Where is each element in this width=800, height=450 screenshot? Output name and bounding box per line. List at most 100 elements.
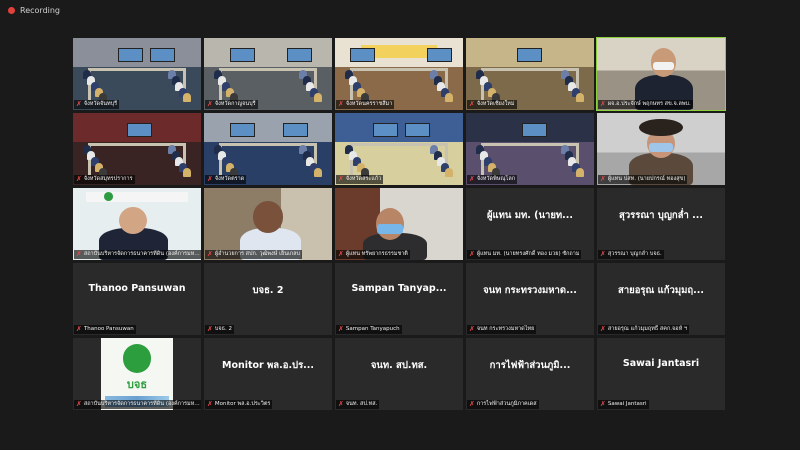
participant-video-tile[interactable]: ✗ จังหวัดสระแก้ว (335, 113, 463, 185)
muted-mic-icon: ✗ (338, 400, 344, 408)
participant-name: สุวรรณา บุญกล่ำ บจธ. (607, 251, 662, 257)
room-display-screen (350, 48, 376, 62)
muted-mic-icon: ✗ (76, 400, 82, 408)
muted-mic-icon: ✗ (338, 250, 344, 258)
muted-mic-icon: ✗ (600, 250, 606, 258)
record-dot-icon (8, 6, 15, 14)
participant-placeholder-tile[interactable]: Sampan Tanyap... ✗ Sampan Tanyapuch (335, 263, 463, 335)
participant-placeholder-tile[interactable]: Sawai Jantasri ✗ Sawai Jantasri (597, 338, 725, 410)
participant-placeholder-tile[interactable]: ผู้แทน มท. (นายท... ✗ ผู้แทน มท. (นายทรงศั… (466, 188, 594, 260)
participant-name-bar: ✗ ผู้แทน มท. (นายทรงศักดิ์ ทอง มวย) ซักถา… (467, 250, 582, 259)
muted-mic-icon: ✗ (76, 250, 82, 258)
participant-placeholder-tile[interactable]: สายอรุณ แก้วมุมฤ... ✗ สายอรุณ แก้วมุมฤทธิ์… (597, 263, 725, 335)
room-display-screen (427, 48, 453, 62)
participant-name: จังหวัดกาญจนบุรี (214, 101, 256, 107)
face-mask (653, 61, 674, 71)
participant-video-tile[interactable]: ✗ ผจ.อ.ประจักษ์ พฤกษทร สข.จ.ลพบ. (596, 37, 726, 111)
participant-video-tile[interactable]: ✗ จังหวัดเชียงใหม่ (466, 38, 594, 110)
participant-video-tile[interactable]: ✗ จังหวัดพิษณุโลก (466, 113, 594, 185)
participant-name-bar: ✗ การไฟฟ้าส่วนภูมิภาคเดส (467, 400, 539, 409)
room-attendee (576, 168, 585, 178)
muted-mic-icon: ✗ (469, 100, 475, 108)
participant-display-name: สุวรรณา บุญกล่ำ ... (619, 210, 703, 221)
participant-name-bar: ✗ สุวรรณา บุญกล่ำ บจธ. (598, 250, 664, 259)
participant-display-name: Sawai Jantasri (622, 358, 700, 369)
participant-name: ผู้แทน มท. (นายทรงศักดิ์ ทอง มวย) ซักถาม (476, 251, 580, 257)
muted-mic-icon: ✗ (600, 175, 606, 183)
muted-mic-icon: ✗ (76, 325, 82, 333)
participant-hat (639, 118, 683, 137)
participant-gallery: ✗ จังหวัดจันทบุรี ✗ จังหวัดกาญจนบุรี ✗ จังหวั… (73, 37, 726, 410)
muted-mic-icon: ✗ (207, 175, 213, 183)
header-strip (85, 191, 189, 202)
participant-name-bar: ✗ Sawai Jantasri (598, 400, 649, 409)
muted-mic-icon: ✗ (469, 400, 475, 408)
participant-name-bar: ✗ ผู้แทน ทรัพยากรธรรมชาติ (336, 250, 410, 259)
muted-mic-icon: ✗ (600, 100, 606, 108)
participant-name: Monitor พล.อ.ประวิตร (214, 401, 271, 407)
participant-video-tile[interactable]: ✗ จังหวัดนครราชสีมา (335, 38, 463, 110)
participant-name-bar: ✗ บจธ. 2 (205, 325, 234, 334)
participant-video-tile[interactable]: ✗ จังหวัดกาญจนบุรี (204, 38, 332, 110)
room-attendee (576, 93, 585, 103)
muted-mic-icon: ✗ (76, 175, 82, 183)
participant-video-tile[interactable]: ✗ ผู้แทน ทรัพยากรธรรมชาติ (335, 188, 463, 260)
participant-display-name: บจธ. 2 (252, 285, 284, 296)
room-wall (204, 113, 332, 142)
participant-placeholder-tile[interactable]: สุวรรณา บุญกล่ำ ... ✗ สุวรรณา บุญกล่ำ บจธ. (597, 188, 725, 260)
participant-display-name: ผู้แทน มท. (นายท... (486, 210, 574, 221)
participant-display-name: จนท. สป.ทส. (370, 360, 428, 371)
participant-name-bar: ✗ สายอรุณ แก้วมุมฤทธิ์ สคก.จอห้ ฯ (598, 325, 690, 334)
participant-placeholder-tile[interactable]: การไฟฟ้าส่วนภูมิ... ✗ การไฟฟ้าส่วนภูมิภาคเ… (466, 338, 594, 410)
participant-video-tile[interactable]: ✗ จังหวัดจันทบุรี (73, 38, 201, 110)
room-wall (335, 113, 463, 142)
participant-name-bar: ✗ จังหวัดสมุทรปราการ (74, 175, 135, 184)
participant-name: จังหวัดตราด (214, 176, 245, 182)
muted-mic-icon: ✗ (338, 325, 344, 333)
participant-name: ผจ.อ.ประจักษ์ พฤกษทร สข.จ.ลพบ. (607, 101, 691, 107)
participant-name: การไฟฟ้าส่วนภูมิภาคเดส (476, 401, 537, 407)
participant-placeholder-tile[interactable]: จนท กระทรวงมหาด... ✗ จนท กระทรวงมหาดไทย (466, 263, 594, 335)
participant-video-tile[interactable]: บจธ ✗ สถาบันบริหารจัดการธนาคารที่ดิน (องค์… (73, 338, 201, 410)
recording-label: Recording (20, 5, 61, 15)
room-attendee (314, 93, 323, 103)
muted-mic-icon: ✗ (600, 400, 606, 408)
participant-display-name: สายอรุณ แก้วมุมฤ... (618, 285, 704, 296)
participant-display-name: จนท กระทรวงมหาด... (483, 285, 577, 296)
room-display-screen (149, 48, 175, 62)
room-attendee (183, 93, 192, 103)
participant-name: สายอรุณ แก้วมุมฤทธิ์ สคก.จอห้ ฯ (607, 326, 688, 332)
participant-placeholder-tile[interactable]: จนท. สป.ทส. ✗ จนท. สป.ทส. (335, 338, 463, 410)
participant-video-tile[interactable]: ✗ สถาบันบริหารจัดการธนาคารที่ดิน (องค์การ… (73, 188, 201, 260)
participant-head (252, 200, 284, 233)
participant-name: จังหวัดจันทบุรี (83, 101, 118, 107)
participant-video-tile[interactable]: ✗ ผู้อำนวยการ สปก. วุฒิพงษ์ เย็นเกลบ (204, 188, 332, 260)
participant-placeholder-tile[interactable]: Thanoo Pansuwan ✗ Thanoo Pansuwan (73, 263, 201, 335)
face-mask (377, 224, 403, 235)
participant-name-bar: ✗ Monitor พล.อ.ประวิตร (205, 400, 273, 409)
room-attendee (445, 93, 454, 103)
participant-placeholder-tile[interactable]: บจธ. 2 ✗ บจธ. 2 (204, 263, 332, 335)
muted-mic-icon: ✗ (76, 100, 82, 108)
participant-name: Sawai Jantasri (607, 401, 647, 407)
participant-video-tile[interactable]: ✗ จังหวัดตราด (204, 113, 332, 185)
participant-name: จังหวัดสมุทรปราการ (83, 176, 133, 182)
participant-video-tile[interactable]: ✗ จังหวัดสมุทรปราการ (73, 113, 201, 185)
room-display-screen (522, 123, 548, 137)
participant-name-bar: ✗ จนท กระทรวงมหาดไทย (467, 325, 537, 334)
muted-mic-icon: ✗ (207, 400, 213, 408)
muted-mic-icon: ✗ (207, 100, 213, 108)
muted-mic-icon: ✗ (469, 250, 475, 258)
participant-name-bar: ✗ จังหวัดพิษณุโลก (467, 175, 518, 184)
participant-name: จังหวัดสระแก้ว (345, 176, 382, 182)
participant-name: สถาบันบริหารจัดการธนาคารที่ดิน (องค์การม… (83, 251, 200, 257)
participant-name-bar: ✗ ผู้แทน ปสท. (นายปกรณ์ ทองสุข) (598, 175, 688, 184)
muted-mic-icon: ✗ (469, 175, 475, 183)
participant-name: สถาบันบริหารจัดการธนาคารที่ดิน (องค์การม… (83, 401, 200, 407)
muted-mic-icon: ✗ (338, 175, 344, 183)
room-display-screen (117, 48, 143, 62)
participant-video-tile[interactable]: ✗ ผู้แทน ปสท. (นายปกรณ์ ทองสุข) (597, 113, 725, 185)
participant-name-bar: ✗ จนท. สป.ทส. (336, 400, 380, 409)
participant-name-bar: ✗ Sampan Tanyapuch (336, 325, 402, 334)
participant-placeholder-tile[interactable]: Monitor พล.อ.ปร... ✗ Monitor พล.อ.ประวิตร (204, 338, 332, 410)
